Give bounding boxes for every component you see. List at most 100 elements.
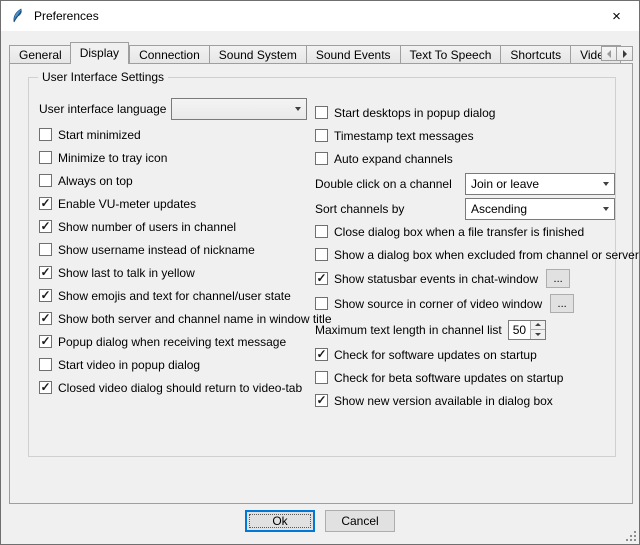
checkbox-start-minimized[interactable] xyxy=(39,128,52,141)
title-bar: Preferences × xyxy=(1,1,639,31)
tab-page-display: User Interface Settings User interface l… xyxy=(9,63,633,504)
cancel-button[interactable]: Cancel xyxy=(325,510,395,532)
checkbox-row-close-dialog-box-when-a-file-transfer-is-finished: Close dialog box when a file transfer is… xyxy=(315,223,615,240)
chevron-down-icon xyxy=(597,182,614,186)
checkbox-label: Closed video dialog should return to vid… xyxy=(58,381,302,395)
more-button-show-source-in-corner-of-video-window[interactable]: ... xyxy=(550,294,574,313)
checkbox-row-check-for-software-updates-on-startup: ✓ Check for software updates on startup xyxy=(315,346,615,363)
language-label: User interface language xyxy=(39,102,171,116)
checkbox-always-on-top[interactable] xyxy=(39,174,52,187)
right-column: Start desktops in popup dialog Timestamp … xyxy=(315,104,615,415)
user-interface-settings-group: User Interface Settings User interface l… xyxy=(28,77,616,457)
checkbox-check-for-software-updates-on-startup[interactable]: ✓ xyxy=(315,348,328,361)
checkbox-show-a-dialog-box-when-excluded-from-channel-or-server[interactable] xyxy=(315,248,328,261)
checkbox-row-enable-vu-meter-updates: ✓ Enable VU-meter updates xyxy=(39,195,307,212)
checkbox-minimize-to-tray-icon[interactable] xyxy=(39,151,52,164)
checkbox-show-new-version-available-in-dialog-box[interactable]: ✓ xyxy=(315,394,328,407)
checkbox-closed-video-dialog-should-return-to-video-tab[interactable]: ✓ xyxy=(39,381,52,394)
checkbox-label: Show both server and channel name in win… xyxy=(58,312,332,326)
checkbox-label: Auto expand channels xyxy=(334,152,453,166)
close-icon: × xyxy=(612,8,621,25)
resize-grip[interactable] xyxy=(625,530,636,541)
tab-sound-events[interactable]: Sound Events xyxy=(306,45,400,64)
spinner-label: Maximum text length in channel list xyxy=(315,323,502,337)
checkbox-popup-dialog-when-receiving-text-message[interactable]: ✓ xyxy=(39,335,52,348)
spinner-row-maximum-text-length-in-channel-list: Maximum text length in channel list 50 xyxy=(315,319,615,340)
checkbox-label: Show last to talk in yellow xyxy=(58,266,195,280)
checkbox-row-start-desktops-in-popup-dialog: Start desktops in popup dialog xyxy=(315,104,615,121)
tab-connection[interactable]: Connection xyxy=(129,45,209,64)
checkbox-row-start-video-in-popup-dialog: Start video in popup dialog xyxy=(39,356,307,373)
checkbox-row-start-minimized: Start minimized xyxy=(39,126,307,143)
tab-shortcuts[interactable]: Shortcuts xyxy=(500,45,570,64)
checkbox-show-username-instead-of-nickname[interactable] xyxy=(39,243,52,256)
tab-text-to-speech[interactable]: Text To Speech xyxy=(400,45,501,64)
spinner-down-button[interactable] xyxy=(531,329,545,339)
more-button-show-statusbar-events-in-chat-window[interactable]: ... xyxy=(546,269,570,288)
checkbox-row-show-emojis-and-text-for-channel-user-state: ✓ Show emojis and text for channel/user s… xyxy=(39,287,307,304)
checkbox-show-number-of-users-in-channel[interactable]: ✓ xyxy=(39,220,52,233)
dropdown-label: Sort channels by xyxy=(315,202,404,216)
dropdown-value: Join or leave xyxy=(466,177,597,191)
chevron-up-icon xyxy=(535,323,541,326)
preferences-window: Preferences × GeneralDisplayConnectionSo… xyxy=(0,0,640,545)
group-title: User Interface Settings xyxy=(38,70,168,84)
checkbox-start-video-in-popup-dialog[interactable] xyxy=(39,358,52,371)
checkbox-label: Start desktops in popup dialog xyxy=(334,106,495,120)
checkbox-label: Popup dialog when receiving text message xyxy=(58,335,286,349)
ok-button[interactable]: Ok xyxy=(245,510,315,532)
checkbox-label: Show emojis and text for channel/user st… xyxy=(58,289,291,303)
checkbox-row-show-a-dialog-box-when-excluded-from-channel-or-server: Show a dialog box when excluded from cha… xyxy=(315,246,615,263)
checkbox-row-show-statusbar-events-in-chat-window: ✓Show statusbar events in chat-window... xyxy=(315,269,615,288)
chevron-down-icon xyxy=(535,333,541,336)
checkbox-timestamp-text-messages[interactable] xyxy=(315,129,328,142)
checkbox-show-both-server-and-channel-name-in-window-title[interactable]: ✓ xyxy=(39,312,52,325)
language-dropdown[interactable] xyxy=(171,98,307,120)
tab-display[interactable]: Display xyxy=(70,42,129,64)
checkbox-label: Enable VU-meter updates xyxy=(58,197,196,211)
checkbox-row-show-last-to-talk-in-yellow: ✓ Show last to talk in yellow xyxy=(39,264,307,281)
checkbox-show-emojis-and-text-for-channel-user-state[interactable]: ✓ xyxy=(39,289,52,302)
app-icon xyxy=(10,8,26,24)
checkbox-label: Always on top xyxy=(58,174,133,188)
chevron-down-icon xyxy=(289,107,306,111)
checkbox-row-show-number-of-users-in-channel: ✓ Show number of users in channel xyxy=(39,218,307,235)
checkbox-show-last-to-talk-in-yellow[interactable]: ✓ xyxy=(39,266,52,279)
spinner-value: 50 xyxy=(509,321,530,339)
dropdown-sort-channels-by[interactable]: Ascending xyxy=(465,198,615,220)
dropdown-label: Double click on a channel xyxy=(315,177,452,191)
checkbox-label: Check for software updates on startup xyxy=(334,348,537,362)
left-column: User interface language Start minimized M… xyxy=(39,98,307,402)
checkbox-label: Check for beta software updates on start… xyxy=(334,371,563,385)
chevron-left-icon xyxy=(607,50,611,58)
dropdown-double-click-on-a-channel[interactable]: Join or leave xyxy=(465,173,615,195)
checkbox-show-source-in-corner-of-video-window[interactable] xyxy=(315,297,328,310)
tab-scroll-right-button[interactable] xyxy=(617,46,633,61)
checkbox-label: Show number of users in channel xyxy=(58,220,236,234)
checkbox-label: Show a dialog box when excluded from cha… xyxy=(334,248,639,262)
checkbox-label: Minimize to tray icon xyxy=(58,151,167,165)
spinner-up-button[interactable] xyxy=(531,321,545,330)
checkbox-start-desktops-in-popup-dialog[interactable] xyxy=(315,106,328,119)
checkbox-label: Show username instead of nickname xyxy=(58,243,255,257)
checkbox-enable-vu-meter-updates[interactable]: ✓ xyxy=(39,197,52,210)
checkbox-auto-expand-channels[interactable] xyxy=(315,152,328,165)
close-button[interactable]: × xyxy=(594,1,639,31)
checkbox-check-for-beta-software-updates-on-startup[interactable] xyxy=(315,371,328,384)
tab-sound-system[interactable]: Sound System xyxy=(209,45,306,64)
checkbox-show-statusbar-events-in-chat-window[interactable]: ✓ xyxy=(315,272,328,285)
cancel-button-label: Cancel xyxy=(341,514,378,528)
dropdown-row-sort-channels-by: Sort channels by Ascending xyxy=(315,198,615,220)
button-bar: Ok Cancel xyxy=(1,510,639,533)
language-row: User interface language xyxy=(39,98,307,120)
checkbox-row-timestamp-text-messages: Timestamp text messages xyxy=(315,127,615,144)
spinner-maximum-text-length-in-channel-list[interactable]: 50 xyxy=(508,320,546,340)
checkbox-label: Start video in popup dialog xyxy=(58,358,200,372)
tab-scroller xyxy=(601,46,633,61)
checkbox-close-dialog-box-when-a-file-transfer-is-finished[interactable] xyxy=(315,225,328,238)
checkbox-label: Close dialog box when a file transfer is… xyxy=(334,225,584,239)
checkbox-label: Show new version available in dialog box xyxy=(334,394,553,408)
checkbox-row-show-new-version-available-in-dialog-box: ✓ Show new version available in dialog bo… xyxy=(315,392,615,409)
tab-general[interactable]: General xyxy=(9,45,71,64)
tab-scroll-left-button[interactable] xyxy=(601,46,617,61)
